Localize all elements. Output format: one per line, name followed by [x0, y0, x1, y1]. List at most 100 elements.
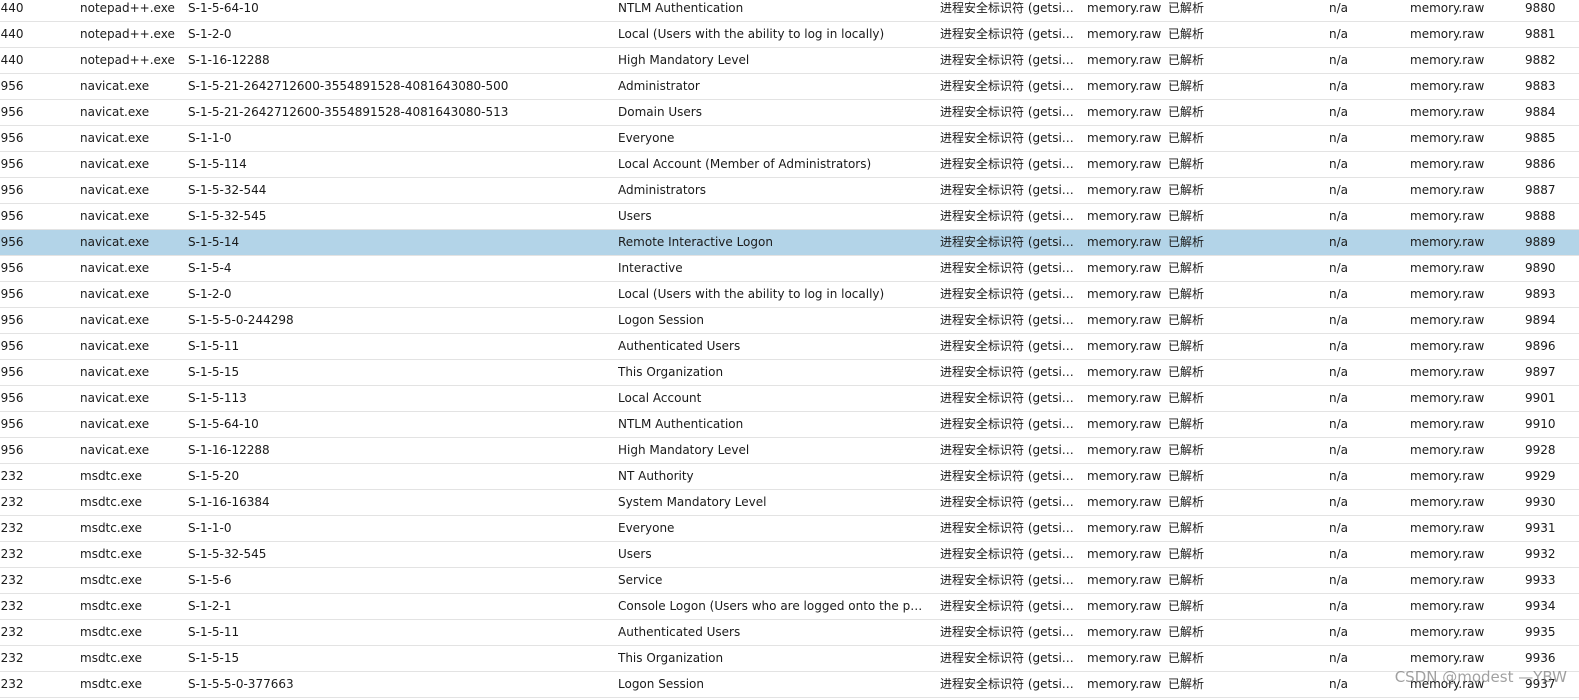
results-table: 3440 notepad++.exe S-1-5-64-10 NTLM Authent…: [0, 0, 1579, 698]
sid-cell: S-1-5-32-545: [188, 547, 267, 561]
table-row[interactable]: 3956 navicat.exe S-1-5-21-2642712600-35548…: [0, 100, 1579, 126]
table-row[interactable]: 3440 notepad++.exe S-1-16-12288 High Mandat…: [0, 48, 1579, 74]
file-cell: memory.raw: [1087, 625, 1162, 639]
table-row[interactable]: 2232 msdtc.exe S-1-5-32-545 Users 进程安全标识符 (g…: [0, 542, 1579, 568]
pid-cell: 2232: [0, 547, 24, 561]
table-row-selected[interactable]: 3956 navicat.exe S-1-5-14 Remote Interactiv…: [0, 230, 1579, 256]
plugin-cell: 进程安全标识符 (getsids): [940, 79, 1080, 93]
sid-cell: S-1-5-4: [188, 261, 232, 275]
pid-cell: 3956: [0, 443, 24, 457]
source-cell: memory.raw: [1410, 443, 1485, 457]
sid-name-cell: Local Account (Member of Administrators): [618, 157, 872, 171]
na-cell: n/a: [1329, 365, 1349, 379]
id-cell: 9881: [1525, 27, 1556, 41]
sid-cell: S-1-5-14: [188, 235, 240, 249]
table-row[interactable]: 2232 msdtc.exe S-1-5-15 This Organization 进程…: [0, 646, 1579, 672]
table-row[interactable]: 3956 navicat.exe S-1-5-5-0-244298 Logon Ses…: [0, 308, 1579, 334]
table-row[interactable]: 3956 navicat.exe S-1-1-0 Everyone 进程安全标识符 (g…: [0, 126, 1579, 152]
table-row[interactable]: 3956 navicat.exe S-1-5-32-545 Users 进程安全标识符 …: [0, 204, 1579, 230]
process-cell: notepad++.exe: [80, 53, 175, 67]
status-cell: 已解析: [1168, 573, 1205, 587]
sid-name-cell: Local (Users with the ability to log in …: [618, 27, 885, 41]
process-cell: navicat.exe: [80, 235, 150, 249]
table-row[interactable]: 3956 navicat.exe S-1-5-21-2642712600-35548…: [0, 74, 1579, 100]
file-cell: memory.raw: [1087, 313, 1162, 327]
process-cell: navicat.exe: [80, 157, 150, 171]
source-cell: memory.raw: [1410, 27, 1485, 41]
table-row[interactable]: 2232 msdtc.exe S-1-5-5-0-377663 Logon Sessi…: [0, 672, 1579, 698]
table-row[interactable]: 3956 navicat.exe S-1-5-15 This Organization…: [0, 360, 1579, 386]
source-cell: memory.raw: [1410, 677, 1485, 691]
results-view: 3440 notepad++.exe S-1-5-64-10 NTLM Authent…: [0, 0, 1579, 700]
id-cell: 9935: [1525, 625, 1556, 639]
sid-name-cell: High Mandatory Level: [618, 53, 750, 67]
id-cell: 9928: [1525, 443, 1556, 457]
na-cell: n/a: [1329, 287, 1349, 301]
id-cell: 9929: [1525, 469, 1556, 483]
table-row[interactable]: 3956 navicat.exe S-1-5-64-10 NTLM Authentic…: [0, 412, 1579, 438]
pid-cell: 2232: [0, 469, 24, 483]
plugin-cell: 进程安全标识符 (getsids): [940, 651, 1080, 665]
table-row[interactable]: 3956 navicat.exe S-1-5-114 Local Account (M…: [0, 152, 1579, 178]
source-cell: memory.raw: [1410, 157, 1485, 171]
pid-cell: 3956: [0, 79, 24, 93]
process-cell: navicat.exe: [80, 261, 150, 275]
sid-cell: S-1-5-11: [188, 625, 240, 639]
sid-cell: S-1-16-16384: [188, 495, 270, 509]
status-cell: 已解析: [1168, 469, 1205, 483]
table-row[interactable]: 3956 navicat.exe S-1-2-0 Local (Users with …: [0, 282, 1579, 308]
plugin-cell: 进程安全标识符 (getsids): [940, 235, 1080, 249]
plugin-cell: 进程安全标识符 (getsids): [940, 27, 1080, 41]
sid-cell: S-1-2-0: [188, 287, 232, 301]
table-row[interactable]: 3956 navicat.exe S-1-5-11 Authenticated Use…: [0, 334, 1579, 360]
table-row[interactable]: 3956 navicat.exe S-1-16-12288 High Mandator…: [0, 438, 1579, 464]
pid-cell: 2232: [0, 521, 24, 535]
na-cell: n/a: [1329, 521, 1349, 535]
sid-name-cell: Authenticated Users: [618, 625, 741, 639]
sid-cell: S-1-5-32-545: [188, 209, 267, 223]
source-cell: memory.raw: [1410, 235, 1485, 249]
source-cell: memory.raw: [1410, 313, 1485, 327]
source-cell: memory.raw: [1410, 339, 1485, 353]
status-cell: 已解析: [1168, 521, 1205, 535]
table-row[interactable]: 3956 navicat.exe S-1-5-113 Local Account 进程安…: [0, 386, 1579, 412]
source-cell: memory.raw: [1410, 209, 1485, 223]
sid-name-cell: High Mandatory Level: [618, 443, 750, 457]
status-cell: 已解析: [1168, 157, 1205, 171]
table-row[interactable]: 2232 msdtc.exe S-1-16-16384 System Mandator…: [0, 490, 1579, 516]
sid-cell: S-1-2-1: [188, 599, 232, 613]
table-row[interactable]: 2232 msdtc.exe S-1-5-11 Authenticated Users…: [0, 620, 1579, 646]
id-cell: 9937: [1525, 677, 1556, 691]
table-row[interactable]: 3956 navicat.exe S-1-5-32-544 Administrator…: [0, 178, 1579, 204]
process-cell: msdtc.exe: [80, 547, 142, 561]
sid-name-cell: Service: [618, 573, 663, 587]
table-row[interactable]: 3440 notepad++.exe S-1-5-64-10 NTLM Authent…: [0, 0, 1579, 22]
plugin-cell: 进程安全标识符 (getsids): [940, 469, 1080, 483]
process-cell: msdtc.exe: [80, 521, 142, 535]
status-cell: 已解析: [1168, 495, 1205, 509]
table-row[interactable]: 3440 notepad++.exe S-1-2-0 Local (Users wit…: [0, 22, 1579, 48]
process-cell: msdtc.exe: [80, 469, 142, 483]
id-cell: 9886: [1525, 157, 1556, 171]
table-row[interactable]: 2232 msdtc.exe S-1-2-1 Console Logon (Users…: [0, 594, 1579, 620]
status-cell: 已解析: [1168, 391, 1205, 405]
source-cell: memory.raw: [1410, 365, 1485, 379]
na-cell: n/a: [1329, 443, 1349, 457]
sid-cell: S-1-5-5-0-244298: [188, 313, 294, 327]
sid-cell: S-1-5-21-2642712600-3554891528-408164308…: [188, 79, 509, 93]
table-row[interactable]: 3956 navicat.exe S-1-5-4 Interactive 进程安全标识符…: [0, 256, 1579, 282]
process-cell: navicat.exe: [80, 183, 150, 197]
table-row[interactable]: 2232 msdtc.exe S-1-5-6 Service 进程安全标识符 (gets…: [0, 568, 1579, 594]
file-cell: memory.raw: [1087, 521, 1162, 535]
file-cell: memory.raw: [1087, 573, 1162, 587]
source-cell: memory.raw: [1410, 287, 1485, 301]
sid-cell: S-1-5-11: [188, 339, 240, 353]
status-cell: 已解析: [1168, 27, 1205, 41]
plugin-cell: 进程安全标识符 (getsids): [940, 365, 1080, 379]
process-cell: msdtc.exe: [80, 495, 142, 509]
table-row[interactable]: 2232 msdtc.exe S-1-1-0 Everyone 进程安全标识符 (get…: [0, 516, 1579, 542]
pid-cell: 3956: [0, 157, 24, 171]
na-cell: n/a: [1329, 547, 1349, 561]
table-row[interactable]: 2232 msdtc.exe S-1-5-20 NT Authority 进程安全标识符…: [0, 464, 1579, 490]
sid-name-cell: Remote Interactive Logon: [618, 235, 773, 249]
